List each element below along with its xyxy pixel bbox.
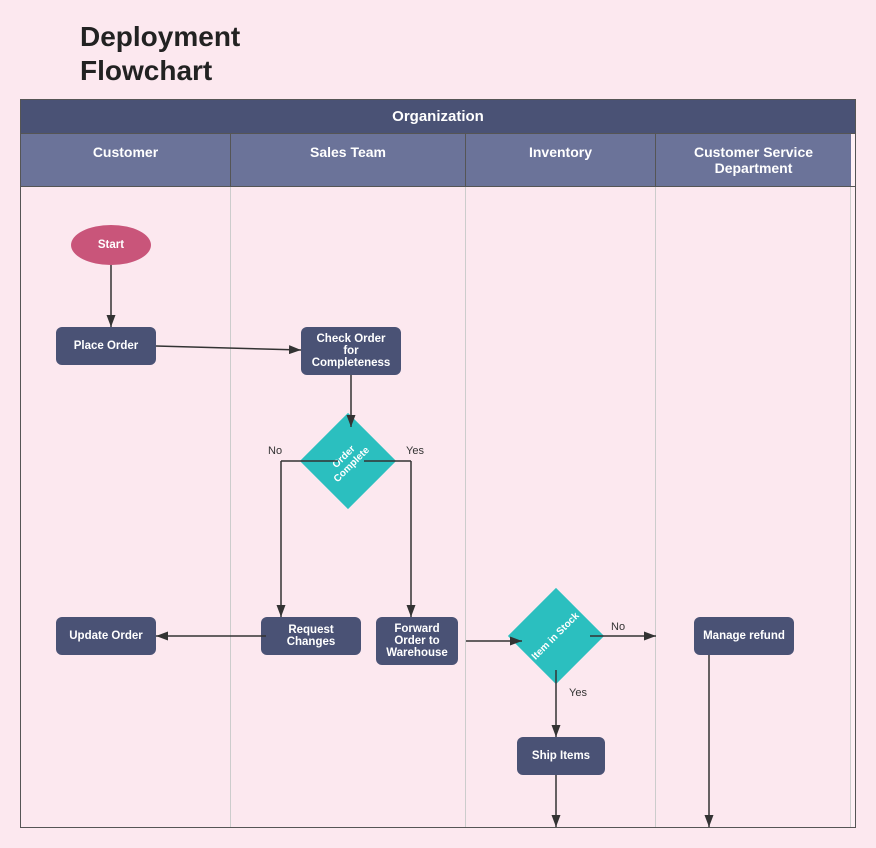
order-cancelled-node: Order Cancelled <box>694 827 794 828</box>
lane-header-csd: Customer Service Department <box>656 134 851 186</box>
order-complete-diamond: Order Complete <box>300 413 396 509</box>
request-changes-node: Request Changes <box>261 617 361 655</box>
lane-header-customer: Customer <box>21 134 231 186</box>
start-node: Start <box>71 225 151 265</box>
lane-inventory: Item in Stock Ship Items Order Complete <box>466 187 656 827</box>
lane-customer: Start Place Order Update Order <box>21 187 231 827</box>
ship-items-node: Ship Items <box>517 737 605 775</box>
place-order-node: Place Order <box>56 327 156 365</box>
lane-header-inventory: Inventory <box>466 134 656 186</box>
lanes-header: Customer Sales Team Inventory Customer S… <box>21 134 855 187</box>
label-no-1: No <box>268 445 282 457</box>
update-order-node: Update Order <box>56 617 156 655</box>
lane-csd: Manage refund Order Cancelled <box>656 187 851 827</box>
manage-refund-node: Manage refund <box>694 617 794 655</box>
order-complete2-node: Order Complete <box>517 827 605 828</box>
item-in-stock-diamond: Item in Stock <box>508 588 604 684</box>
lane-sales: Check Order for Completeness Order Compl… <box>231 187 466 827</box>
lane-header-sales: Sales Team <box>231 134 466 186</box>
forward-order-node: Forward Order to Warehouse <box>376 617 458 665</box>
label-no-2: No <box>611 621 625 633</box>
label-yes-2: Yes <box>569 687 587 699</box>
check-order-node: Check Order for Completeness <box>301 327 401 375</box>
flowchart-container: Organization Customer Sales Team Invento… <box>20 99 856 828</box>
lanes-body: Start Place Order Update Order Check Ord… <box>21 187 855 827</box>
page-title: DeploymentFlowchart <box>20 20 856 87</box>
org-header: Organization <box>21 100 855 134</box>
label-yes-1: Yes <box>406 445 424 457</box>
